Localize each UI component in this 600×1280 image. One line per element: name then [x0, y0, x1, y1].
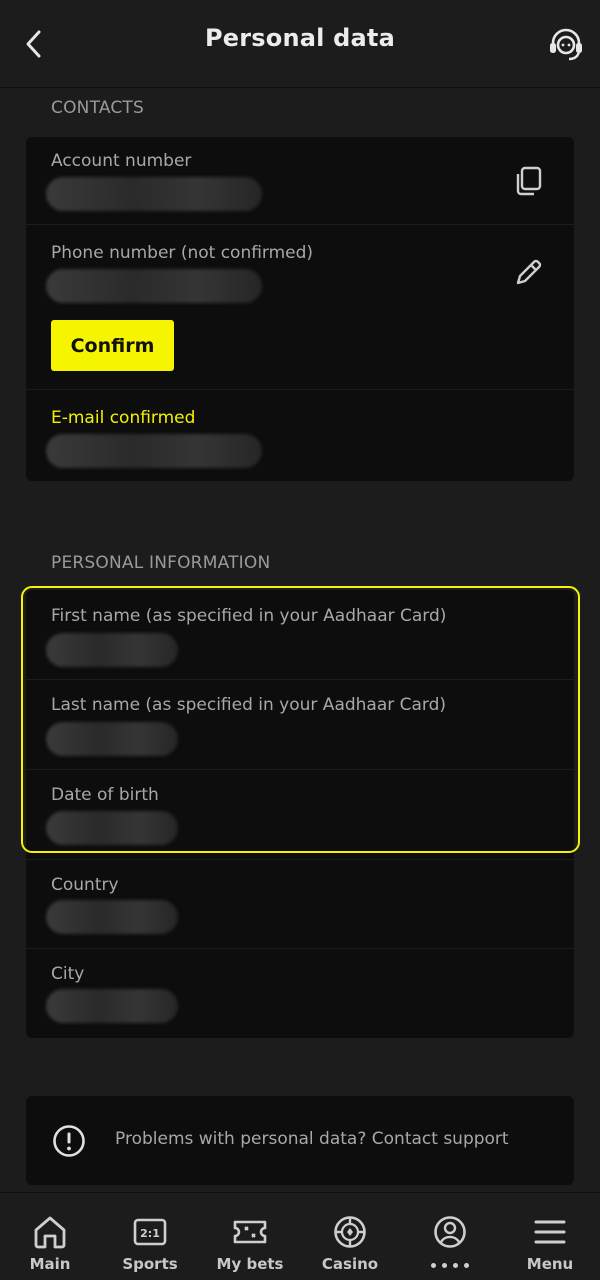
page-title: Personal data: [205, 24, 395, 52]
nav-sports-label: Sports: [122, 1255, 178, 1273]
bottom-navigation: Main 2:1 Sports My bets Casino Menu: [0, 1192, 600, 1280]
nav-main[interactable]: Main: [0, 1193, 100, 1280]
edit-phone-button[interactable]: [508, 253, 548, 293]
city-row: City: [26, 949, 574, 1038]
top-app-bar: Personal data: [0, 0, 600, 88]
country-row: Country: [26, 860, 574, 949]
date-of-birth-row: Date of birth: [26, 770, 574, 860]
contact-support-text: Problems with personal data? Contact sup…: [115, 1129, 509, 1149]
support-button[interactable]: [544, 22, 588, 66]
first-name-row: First name (as specified in your Aadhaar…: [26, 590, 574, 680]
ticket-icon: [233, 1220, 267, 1244]
nav-my-bets-label: My bets: [216, 1255, 284, 1273]
country-value-redacted: [46, 900, 178, 934]
alert-circle-icon: [53, 1125, 85, 1157]
email-row: E-mail confirmed: [26, 390, 574, 481]
country-label: Country: [51, 875, 119, 895]
contacts-section-label: CONTACTS: [51, 98, 145, 118]
city-value-redacted: [46, 989, 178, 1023]
nav-menu[interactable]: Menu: [500, 1193, 600, 1280]
scoreboard-icon: 2:1: [133, 1218, 167, 1246]
pencil-icon: [516, 259, 542, 285]
first-name-value-redacted: [46, 633, 178, 667]
phone-number-row: Phone number (not confirmed) Confirm: [26, 225, 574, 390]
nav-my-bets[interactable]: My bets: [200, 1193, 300, 1280]
nav-casino-label: Casino: [321, 1255, 379, 1273]
last-name-value-redacted: [46, 722, 178, 756]
account-number-row: Account number: [26, 137, 574, 225]
account-number-label: Account number: [51, 151, 192, 171]
svg-text:2:1: 2:1: [140, 1227, 160, 1240]
last-name-row: Last name (as specified in your Aadhaar …: [26, 680, 574, 770]
confirm-phone-button[interactable]: Confirm: [51, 320, 174, 371]
email-value-redacted: [46, 434, 262, 468]
date-of-birth-label: Date of birth: [51, 785, 159, 805]
home-icon: [34, 1216, 66, 1249]
hamburger-menu-icon: [534, 1220, 566, 1244]
personal-info-section-label: PERSONAL INFORMATION: [51, 553, 271, 573]
email-confirmed-label: E-mail confirmed: [51, 408, 196, 428]
phone-number-label: Phone number (not confirmed): [51, 243, 314, 263]
phone-number-value-redacted: [46, 269, 262, 303]
casino-chip-icon: [334, 1216, 366, 1248]
nav-main-label: Main: [29, 1255, 71, 1273]
date-of-birth-value-redacted: [46, 811, 178, 845]
nav-sports[interactable]: 2:1 Sports: [100, 1193, 200, 1280]
city-label: City: [51, 964, 85, 984]
contact-support-notice[interactable]: Problems with personal data? Contact sup…: [26, 1096, 574, 1185]
last-name-label: Last name (as specified in your Aadhaar …: [51, 695, 447, 715]
profile-icon: [434, 1216, 466, 1248]
copy-button[interactable]: [508, 161, 548, 201]
headset-icon: [550, 28, 582, 61]
account-number-value-redacted: [46, 177, 262, 211]
nav-menu-label: Menu: [526, 1255, 574, 1273]
profile-dots-icon: [400, 1263, 500, 1268]
personal-info-card: First name (as specified in your Aadhaar…: [26, 590, 574, 1038]
contacts-card: Account number Phone number (not confirm…: [26, 137, 574, 481]
nav-casino[interactable]: Casino: [300, 1193, 400, 1280]
copy-icon: [516, 166, 542, 196]
nav-profile[interactable]: [400, 1193, 500, 1280]
first-name-label: First name (as specified in your Aadhaar…: [51, 606, 447, 626]
personal-data-screen: Personal data CONTACTS Account number Ph…: [0, 0, 600, 1280]
